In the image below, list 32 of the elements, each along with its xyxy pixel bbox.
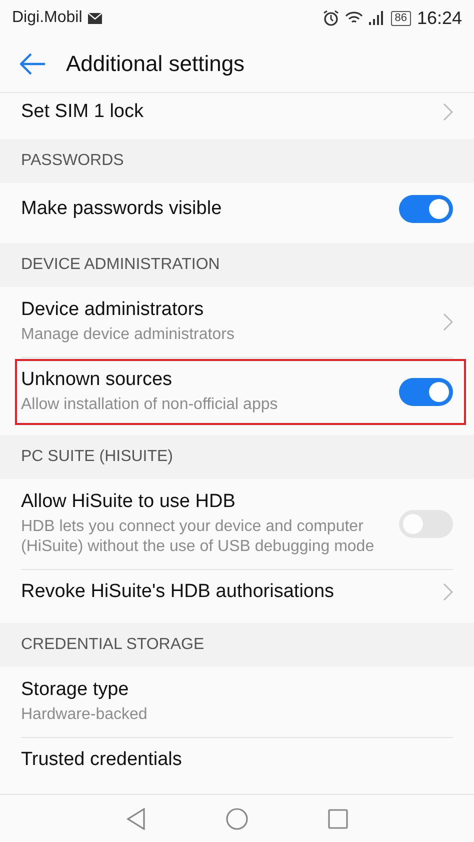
setting-title[interactable]: Revoke HiSuite's HDB authorisations	[21, 581, 431, 603]
clock-time: 16:24	[416, 8, 462, 28]
chevron-right-icon	[443, 583, 453, 601]
chevron-right-icon	[443, 103, 453, 121]
signal-icon	[368, 11, 385, 25]
carrier-name: Digi.Mobil	[12, 9, 82, 27]
chevron-right-icon	[443, 313, 453, 331]
setting-title[interactable]: Make passwords visible	[21, 198, 387, 220]
setting-title[interactable]: Trusted credentials	[21, 749, 453, 771]
setting-title[interactable]: Device administrators	[21, 299, 431, 321]
mail-icon	[88, 12, 102, 24]
section-header: PASSWORDS	[0, 139, 474, 183]
section-header: DEVICE ADMINISTRATION	[0, 243, 474, 287]
setting-description: HDB lets you connect your device and computer (HiSuite) without the use of USB debugging mode	[21, 517, 376, 557]
setting-title[interactable]: Storage type	[21, 679, 453, 701]
home-circle-icon[interactable]	[226, 808, 248, 830]
back-triangle-icon[interactable]	[126, 808, 146, 830]
alarm-clock-icon	[322, 10, 339, 26]
setting-description: Hardware-backed	[21, 705, 148, 725]
section-header: PC SUITE (HISUITE)	[0, 435, 474, 479]
setting-title[interactable]: Unknown sources	[21, 369, 387, 391]
back-arrow-icon[interactable]	[20, 53, 46, 75]
setting-description: Allow installation of non-official apps	[21, 395, 279, 415]
setting-title[interactable]: Set SIM 1 lock	[21, 101, 431, 123]
screen-title: Additional settings	[66, 51, 245, 77]
recents-square-icon[interactable]	[328, 808, 348, 828]
setting-description: Manage device administrators	[21, 325, 236, 345]
battery-level: 86	[390, 10, 411, 26]
section-header: CREDENTIAL STORAGE	[0, 623, 474, 667]
toggle-switch[interactable]	[399, 378, 453, 406]
wifi-icon	[344, 11, 363, 25]
toggle-switch[interactable]	[399, 195, 453, 223]
